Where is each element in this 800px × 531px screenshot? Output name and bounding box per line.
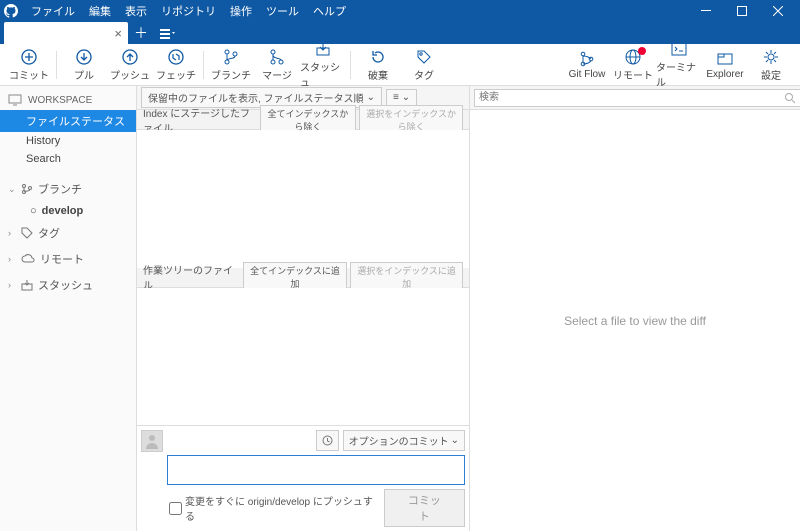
tab-dropdown[interactable] bbox=[154, 22, 180, 44]
toolbar-pull[interactable]: プル bbox=[61, 45, 107, 85]
sidebar-item-filestatus[interactable]: ファイルステータス bbox=[0, 110, 136, 132]
chevron-down-icon: ⌄ bbox=[402, 92, 410, 103]
tab-close[interactable]: × bbox=[114, 26, 122, 41]
view-mode-dropdown[interactable]: ≡⌄ bbox=[386, 89, 417, 106]
sidebar-item-search[interactable]: Search bbox=[0, 150, 136, 168]
staged-files-header: Index にステージしたファイル 全てインデックスから除く 選択をインデックス… bbox=[137, 110, 469, 130]
toolbar-tag[interactable]: タグ bbox=[401, 45, 447, 85]
chevron-down-icon: ⌄ bbox=[367, 92, 375, 103]
sidebar-workspace-header: WORKSPACE bbox=[0, 90, 136, 110]
toolbar-discard[interactable]: 破棄 bbox=[355, 45, 401, 85]
terminal-icon bbox=[670, 40, 688, 58]
sidebar-section-branches[interactable]: ⌄ブランチ bbox=[0, 176, 136, 202]
sidebar-branch-develop[interactable]: ○develop bbox=[0, 202, 136, 220]
toolbar-branch[interactable]: ブランチ bbox=[208, 45, 254, 85]
tag-icon bbox=[21, 227, 33, 239]
sidebar-item-history[interactable]: History bbox=[0, 132, 136, 150]
diff-view: Select a file to view the diff bbox=[470, 110, 800, 531]
search-icon bbox=[784, 92, 796, 104]
user-avatar bbox=[141, 430, 163, 452]
sidebar-section-tags[interactable]: ›タグ bbox=[0, 220, 136, 246]
window-maximize[interactable] bbox=[724, 0, 760, 22]
clock-icon bbox=[322, 435, 333, 446]
discard-icon bbox=[369, 48, 387, 66]
toolbar-remote[interactable]: リモート bbox=[610, 45, 656, 85]
gear-icon bbox=[762, 48, 780, 66]
toolbar-explorer[interactable]: Explorer bbox=[702, 45, 748, 85]
fetch-icon bbox=[167, 48, 185, 66]
toolbar-push[interactable]: プッシュ bbox=[107, 45, 153, 85]
app-logo bbox=[4, 4, 18, 18]
cloud-icon bbox=[21, 254, 35, 264]
toolbar-gitflow[interactable]: Git Flow bbox=[564, 45, 610, 85]
commit-button[interactable]: コミット bbox=[384, 489, 465, 527]
stash-icon bbox=[21, 279, 33, 291]
window-close[interactable] bbox=[760, 0, 796, 22]
menu-help[interactable]: ヘルプ bbox=[306, 0, 353, 22]
commit-options-dropdown[interactable]: オプションのコミット⌄ bbox=[343, 430, 465, 451]
chevron-right-icon: › bbox=[8, 254, 16, 264]
sidebar-section-stashes[interactable]: ›スタッシュ bbox=[0, 272, 136, 298]
explorer-icon bbox=[716, 50, 734, 68]
menu-view[interactable]: 表示 bbox=[118, 0, 154, 22]
chevron-right-icon: › bbox=[8, 280, 16, 290]
stash-icon bbox=[314, 40, 332, 58]
commit-history-button[interactable] bbox=[316, 430, 339, 451]
menu-file[interactable]: ファイル bbox=[24, 0, 82, 22]
gitflow-icon bbox=[578, 50, 596, 68]
main-menu: ファイル 編集 表示 リポジトリ 操作 ツール ヘルプ bbox=[24, 0, 353, 22]
toolbar-terminal[interactable]: ターミナル bbox=[656, 45, 702, 85]
new-tab-button[interactable]: ＋ bbox=[128, 22, 154, 44]
unstaged-files-header: 作業ツリーのファイル 全てインデックスに追加 選択をインデックスに追加 bbox=[137, 268, 469, 288]
repo-tab[interactable]: × bbox=[4, 22, 128, 44]
list-icon: ≡ bbox=[393, 92, 399, 103]
menu-edit[interactable]: 編集 bbox=[82, 0, 118, 22]
chevron-down-icon: ⌄ bbox=[451, 435, 459, 446]
menu-actions[interactable]: 操作 bbox=[223, 0, 259, 22]
monitor-icon bbox=[8, 94, 22, 106]
toolbar-settings[interactable]: 設定 bbox=[748, 45, 794, 85]
push-icon bbox=[121, 48, 139, 66]
sidebar-section-remotes[interactable]: ›リモート bbox=[0, 246, 136, 272]
chevron-down-icon: ⌄ bbox=[8, 184, 16, 195]
plus-circle-icon bbox=[20, 48, 38, 66]
unstaged-files-list[interactable] bbox=[137, 288, 469, 426]
toolbar-commit[interactable]: コミット bbox=[6, 45, 52, 85]
tag-icon bbox=[415, 48, 433, 66]
staged-files-list[interactable] bbox=[137, 130, 469, 268]
window-minimize[interactable] bbox=[688, 0, 724, 22]
menu-tools[interactable]: ツール bbox=[259, 0, 306, 22]
notification-badge bbox=[638, 47, 646, 55]
menu-repository[interactable]: リポジトリ bbox=[154, 0, 223, 22]
merge-icon bbox=[268, 48, 286, 66]
toolbar-merge[interactable]: マージ bbox=[254, 45, 300, 85]
search-input[interactable] bbox=[474, 89, 800, 107]
toolbar-fetch[interactable]: フェッチ bbox=[153, 45, 199, 85]
chevron-right-icon: › bbox=[8, 228, 16, 238]
push-immediately-checkbox[interactable]: 変更をすぐに origin/develop にプッシュする bbox=[169, 493, 380, 523]
branch-icon bbox=[21, 183, 33, 195]
pull-icon bbox=[75, 48, 93, 66]
branch-icon bbox=[222, 48, 240, 66]
toolbar-stash[interactable]: スタッシュ bbox=[300, 45, 346, 85]
commit-message-input[interactable] bbox=[167, 455, 465, 485]
